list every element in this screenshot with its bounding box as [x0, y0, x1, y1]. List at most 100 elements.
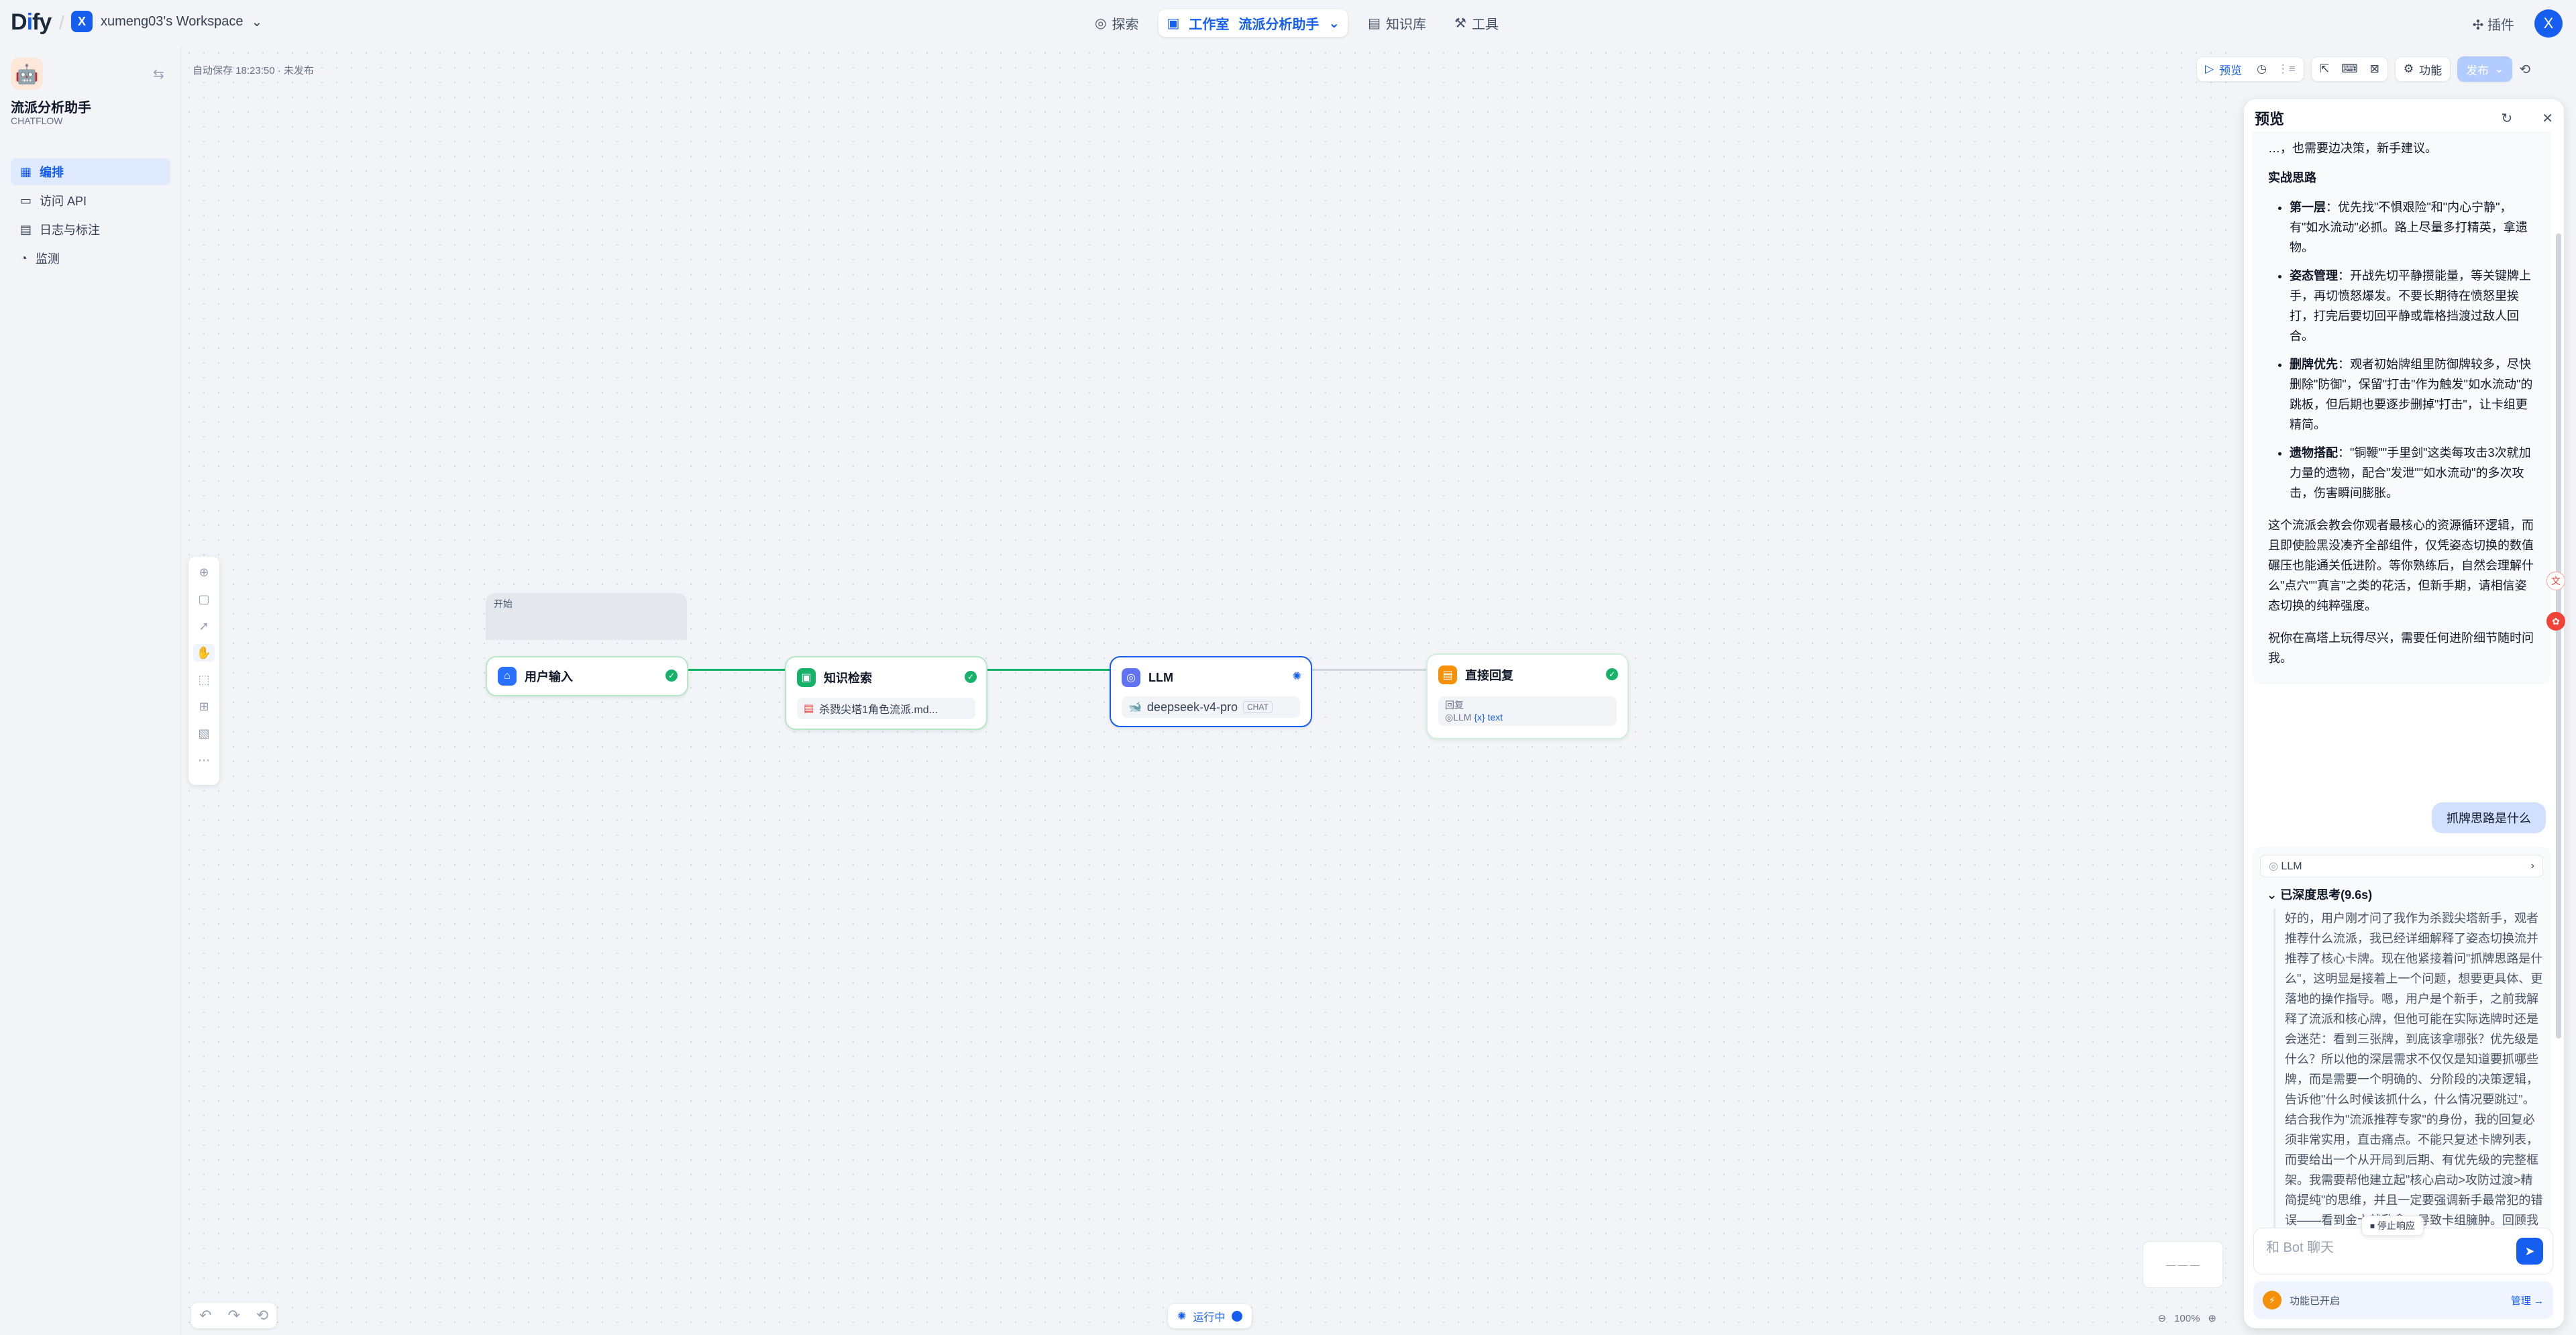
node-user-input[interactable]: ⌂ 用户输入 ✓: [486, 656, 688, 696]
link-icon[interactable]: ⇱: [2320, 62, 2329, 76]
divider: /: [59, 12, 64, 33]
list-item-bold: 遗物搭配: [2290, 446, 2338, 460]
reply-icon: ▤: [1438, 665, 1457, 684]
robot-icon: ▣: [1167, 16, 1180, 31]
terminal-icon: ▭: [20, 193, 32, 207]
minimap[interactable]: — — —: [2143, 1241, 2223, 1288]
list-item-bold: 姿态管理: [2290, 269, 2338, 282]
workspace-name: xumeng03's Workspace: [101, 13, 244, 29]
node-direct-reply[interactable]: ▤ 直接回复 ✓ 回复 ◎LLM {x} text: [1426, 653, 1629, 739]
checklist-icon[interactable]: ⋮≡: [2277, 62, 2296, 76]
model-mode-badge: CHAT: [1243, 701, 1273, 713]
send-button[interactable]: ➤: [2516, 1238, 2543, 1265]
node-title: 用户输入: [525, 670, 573, 684]
stop-response-button[interactable]: ⏹ 停止响应: [2361, 1216, 2424, 1236]
hand-icon[interactable]: ✋: [193, 644, 215, 661]
features-button[interactable]: ⚙ 功能: [2394, 56, 2451, 82]
add-node-icon[interactable]: ⊕: [199, 564, 209, 581]
zoom-in-icon[interactable]: ⊕: [2208, 1312, 2216, 1324]
puzzle-icon: ✣: [2472, 17, 2484, 33]
answer-paragraph: 这个流派会教会你观者最核心的资源循环逻辑，而且即使脸黑没凑齐全部组件，仅凭姿态切…: [2268, 519, 2534, 612]
minimap-icon[interactable]: ▧: [198, 725, 209, 742]
export-icon[interactable]: ⬚: [198, 671, 209, 688]
note-icon[interactable]: ▢: [198, 590, 209, 608]
app-icon: 🤖: [11, 58, 43, 90]
features-label: 功能: [2419, 64, 2443, 77]
plugins-button[interactable]: ✣ 插件: [2473, 14, 2514, 34]
plugins-label: 插件: [2487, 17, 2514, 33]
app-name: 流派分析助手: [11, 101, 91, 115]
run-status-pill[interactable]: ✺ 运行中: [1168, 1304, 1252, 1328]
node-knowledge-retrieval[interactable]: ▣ 知识检索 ✓ ▤ 杀戮尖塔1角色流派.md...: [785, 656, 987, 730]
llm-small-icon: ◎: [1445, 712, 1454, 723]
start-node-tag: 开始: [486, 593, 687, 640]
list-item: 遗物搭配："铜鞭""手里剑"这类每攻击3次就加力量的遗物，配合"发泄""如水流动…: [2290, 443, 2535, 503]
chevron-down-icon: ⌄: [2267, 888, 2277, 902]
history-icon[interactable]: ◷: [2257, 62, 2267, 76]
top-right: ✣ 插件 X: [2473, 9, 2563, 38]
user-avatar[interactable]: X: [2534, 9, 2563, 38]
manage-features-link[interactable]: 管理 →: [2511, 1293, 2544, 1307]
sidebar-item-api[interactable]: ▭ 访问 API: [11, 187, 170, 214]
document-icon: ▤: [20, 222, 32, 236]
publish-button[interactable]: 发布 ⌄: [2457, 56, 2513, 82]
status-dot-icon: [1232, 1311, 1243, 1322]
nav-label: 工作室: [1189, 17, 1230, 32]
compass-icon: ◎: [1095, 16, 1107, 31]
variable-icon[interactable]: ⊠: [2370, 62, 2379, 76]
workspace-avatar: X: [71, 11, 93, 32]
collapse-sidebar-icon[interactable]: ⇆: [153, 66, 164, 83]
reply-label: 回复: [1445, 700, 1464, 710]
translate-float-icon[interactable]: 文: [2546, 572, 2565, 590]
assistant-float-icon[interactable]: ✿: [2546, 612, 2565, 631]
zoom-level[interactable]: 100%: [2174, 1313, 2200, 1324]
nav-tools[interactable]: ⚒ 工具: [1446, 9, 1507, 37]
file-icon: ▤: [804, 703, 814, 714]
preview-button[interactable]: ▷ 预览 ◷ ⋮≡: [2196, 56, 2304, 82]
sidebar-item-logs[interactable]: ▤ 日志与标注: [11, 216, 170, 243]
list-item-bold: 第一层: [2290, 201, 2326, 214]
node-llm[interactable]: ◎ LLM ✺ 🐋 deepseek-v4-pro CHAT: [1110, 656, 1312, 727]
chat-input[interactable]: [2266, 1240, 2494, 1256]
preview-label: 预览: [2219, 64, 2243, 77]
nav-knowledge[interactable]: ▤ 知识库: [1360, 9, 1434, 37]
workflow-process-toggle[interactable]: ◎ LLM ›: [2260, 855, 2543, 877]
nav-explore[interactable]: ◎ 探索: [1087, 9, 1146, 37]
organize-icon[interactable]: ⊞: [199, 698, 209, 715]
sidebar-item-monitor[interactable]: ◔ 监测: [11, 245, 170, 272]
env-icon[interactable]: ⌨: [2341, 62, 2358, 76]
list-item-text: ：优先找"不惧艰险"和"内心宁静"，有"如水流动"必抓。路上尽量多打精英，拿遗物…: [2290, 201, 2528, 254]
env-tools-group: ⇱ ⌨ ⊠: [2310, 56, 2388, 82]
scrollbar[interactable]: [2556, 233, 2561, 1038]
answer-list: 第一层：优先找"不惧艰险"和"内心宁静"，有"如水流动"必抓。路上尽量多打精英，…: [2268, 197, 2535, 503]
undo-icon[interactable]: ↶: [199, 1307, 211, 1324]
edge-start-knowledge: [688, 669, 786, 671]
dify-logo[interactable]: Dify: [11, 9, 52, 36]
send-icon: ➤: [2524, 1244, 2535, 1258]
knowledge-dataset: ▤ 杀戮尖塔1角色流派.md...: [797, 698, 975, 719]
redo-icon[interactable]: ↷: [227, 1307, 239, 1324]
more-icon[interactable]: ⋯: [198, 751, 210, 769]
refresh-icon[interactable]: ↻: [2501, 110, 2512, 127]
zoom-out-icon[interactable]: ⊖: [2157, 1312, 2166, 1324]
current-app-name[interactable]: 流派分析助手: [1238, 13, 1319, 33]
play-icon: ▷: [2205, 62, 2214, 75]
success-check-icon: ✓: [1606, 668, 1618, 680]
sidebar-item-label: 监测: [35, 252, 60, 266]
sidebar-item-orchestrate[interactable]: ▦ 编排: [11, 158, 170, 185]
answer-paragraph: 祝你在高塔上玩得尽兴，需要任何进阶细节随时问我。: [2268, 631, 2534, 665]
thinking-header[interactable]: ⌄ 已深度思考(9.6s): [2267, 886, 2543, 903]
model-name: deepseek-v4-pro: [1146, 700, 1238, 714]
workspace-switcher[interactable]: X xumeng03's Workspace ⌄: [71, 11, 262, 32]
bot-answer: …，也需要边决策，新手建议。 实战思路 第一层：优先找"不惧艰险"和"内心宁静"…: [2252, 131, 2551, 684]
close-icon[interactable]: ✕: [2542, 110, 2553, 127]
autosave-status: 自动保存 18:23:50 · 未发布: [193, 65, 314, 76]
pointer-icon[interactable]: ➚: [199, 617, 209, 635]
history-icon[interactable]: ⟲: [256, 1307, 268, 1324]
knowledge-icon: ▣: [797, 668, 816, 687]
chat-scroll-area[interactable]: …，也需要边决策，新手建议。 实战思路 第一层：优先找"不惧艰险"和"内心宁静"…: [2244, 131, 2559, 1245]
edge-llm-reply: [1311, 669, 1426, 671]
version-history-icon[interactable]: ⟲: [2519, 61, 2530, 78]
nav-studio[interactable]: ▣ 工作室 流派分析助手 ⌄: [1159, 9, 1348, 37]
sidebar-item-label: 编排: [40, 166, 64, 179]
